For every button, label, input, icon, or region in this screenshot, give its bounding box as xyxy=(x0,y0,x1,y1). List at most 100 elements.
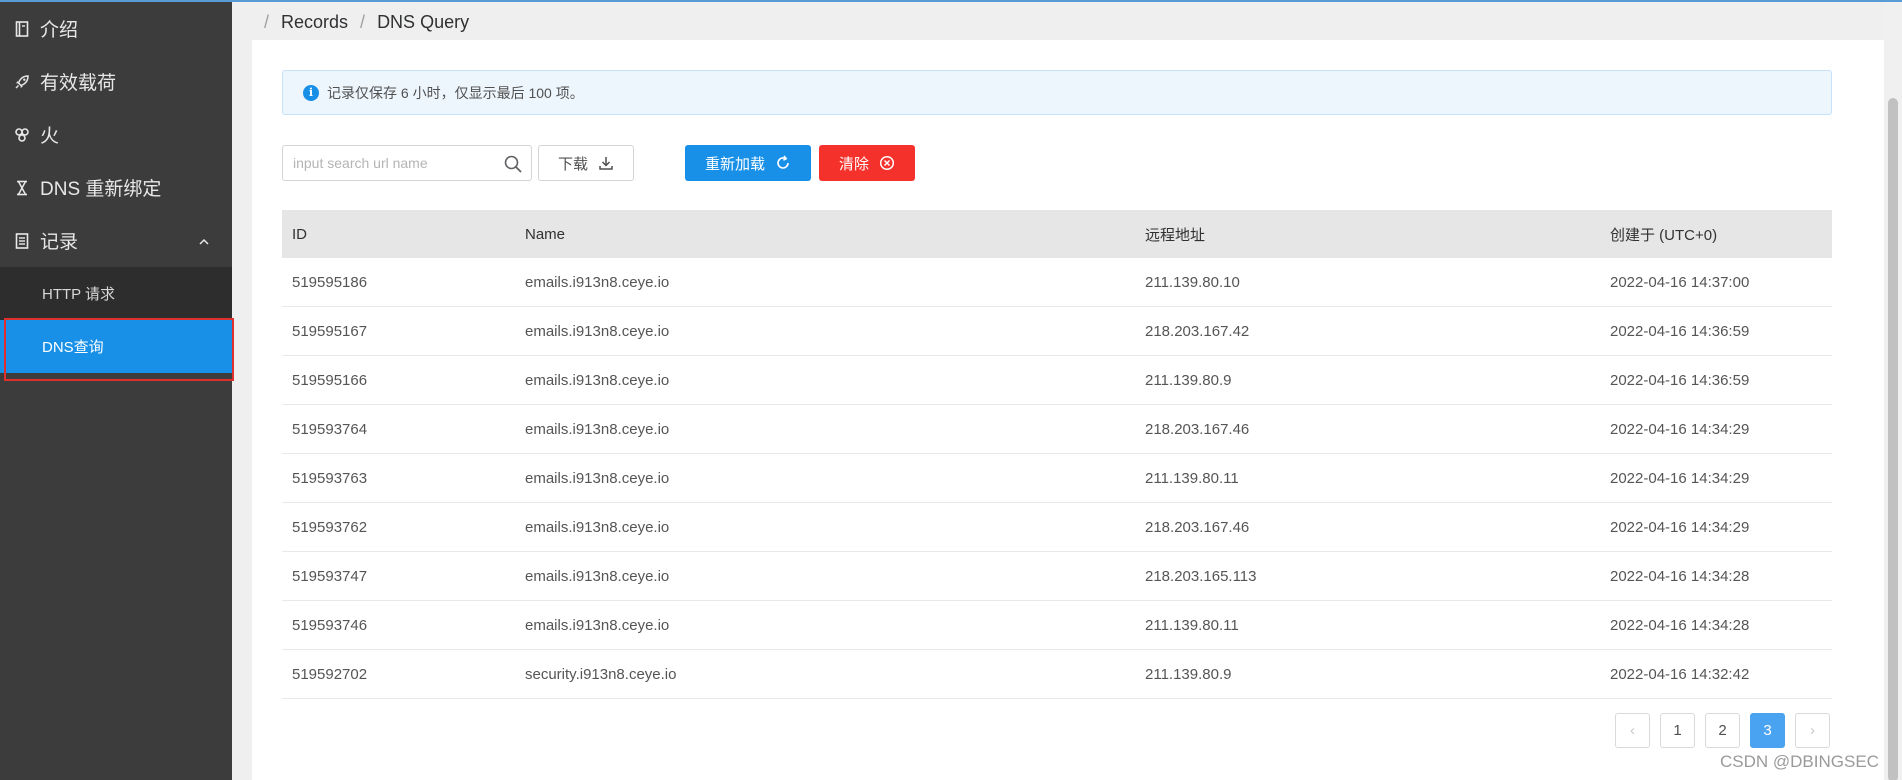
cell-name: emails.i913n8.ceye.io xyxy=(525,371,670,389)
search-icon[interactable] xyxy=(503,154,523,174)
reload-button[interactable]: 重新加载 xyxy=(685,145,811,181)
search-input[interactable] xyxy=(283,146,493,180)
sidebar-item-dns-rebinding[interactable]: DNS 重新绑定 xyxy=(0,161,232,214)
table-row: 519595186 emails.i913n8.ceye.io 211.139.80… xyxy=(282,258,1832,307)
breadcrumb-separator: / xyxy=(264,11,270,32)
cell-id: 519593762 xyxy=(292,518,368,536)
scrollbar-thumb[interactable] xyxy=(1888,98,1898,780)
cell-remote-address: 211.139.80.11 xyxy=(1145,616,1239,634)
page-button-2[interactable]: 2 xyxy=(1705,713,1740,748)
download-button[interactable]: 下载 xyxy=(538,145,634,181)
cell-name: emails.i913n8.ceye.io xyxy=(525,518,670,536)
breadcrumb: / Records / DNS Query xyxy=(252,10,469,34)
pagination: ‹ 1 2 3 › xyxy=(1605,713,1830,748)
close-circle-icon xyxy=(879,155,895,171)
clear-label: 清除 xyxy=(838,155,869,173)
records-table: ID Name 远程地址 创建于 (UTC+0) 519595186 emails… xyxy=(282,210,1832,699)
column-header-name: Name xyxy=(525,225,566,243)
cell-remote-address: 218.203.165.113 xyxy=(1145,567,1257,585)
chevron-up-icon xyxy=(198,232,210,254)
page-button-3[interactable]: 3 xyxy=(1750,713,1785,748)
alert-text: 记录仅保存 6 小时，仅显示最后 100 项。 xyxy=(327,84,584,101)
sidebar-item-label: 有效载荷 xyxy=(40,73,117,94)
cell-id: 519595167 xyxy=(292,322,368,340)
cell-created-at: 2022-04-16 14:32:42 xyxy=(1610,665,1750,683)
table-row: 519595166 emails.i913n8.ceye.io 211.139.80… xyxy=(282,356,1832,405)
sidebar-item-http-request[interactable]: HTTP 请求 xyxy=(0,267,232,320)
table-row: 519593764 emails.i913n8.ceye.io 218.203.16… xyxy=(282,405,1832,454)
table-row: 519593746 emails.i913n8.ceye.io 211.139.80… xyxy=(282,601,1832,650)
page-button-1[interactable]: 1 xyxy=(1660,713,1695,748)
info-icon: i xyxy=(303,84,319,101)
table-header: ID Name 远程地址 创建于 (UTC+0) xyxy=(282,210,1832,258)
table-row: 519593762 emails.i913n8.ceye.io 218.203.16… xyxy=(282,503,1832,552)
sidebar: 介绍 有效载荷 火 DNS 重新绑定 记录 HTTP 请求 DNS查询 xyxy=(0,2,232,780)
reload-label: 重新加载 xyxy=(704,155,765,173)
sidebar-item-dns-query[interactable]: DNS查询 xyxy=(0,320,232,373)
records-submenu: HTTP 请求 DNS查询 xyxy=(0,267,232,373)
cell-name: emails.i913n8.ceye.io xyxy=(525,420,670,438)
cell-remote-address: 211.139.80.11 xyxy=(1145,469,1239,487)
cell-id: 519595166 xyxy=(292,371,368,389)
prev-page-button[interactable]: ‹ xyxy=(1615,713,1650,748)
cell-name: emails.i913n8.ceye.io xyxy=(525,616,670,634)
top-accent-line xyxy=(0,0,1902,2)
cell-remote-address: 218.203.167.46 xyxy=(1145,518,1250,536)
table-row: 519595167 emails.i913n8.ceye.io 218.203.16… xyxy=(282,307,1832,356)
info-alert: i 记录仅保存 6 小时，仅显示最后 100 项。 xyxy=(282,70,1832,115)
download-label: 下载 xyxy=(557,155,588,173)
cell-name: emails.i913n8.ceye.io xyxy=(525,273,670,291)
fan-icon xyxy=(14,127,30,143)
cell-id: 519593747 xyxy=(292,567,368,585)
sidebar-item-label: DNS 重新绑定 xyxy=(40,179,162,200)
column-header-created-at: 创建于 (UTC+0) xyxy=(1610,226,1718,244)
sidebar-item-intro[interactable]: 介绍 xyxy=(0,2,232,55)
cell-created-at: 2022-04-16 14:36:59 xyxy=(1610,322,1750,340)
cell-created-at: 2022-04-16 14:34:29 xyxy=(1610,518,1750,536)
cell-id: 519595186 xyxy=(292,273,368,291)
clear-button[interactable]: 清除 xyxy=(819,145,915,181)
cell-remote-address: 218.203.167.46 xyxy=(1145,420,1250,438)
cell-created-at: 2022-04-16 14:34:28 xyxy=(1610,616,1750,634)
page-scrollbar[interactable] xyxy=(1884,2,1902,780)
main-card: i 记录仅保存 6 小时，仅显示最后 100 项。 下载 重新加载 清除 xyxy=(252,40,1884,780)
cell-created-at: 2022-04-16 14:37:00 xyxy=(1610,273,1750,291)
sidebar-item-label: 火 xyxy=(40,126,60,147)
list-icon xyxy=(14,232,30,249)
toolbar: 下载 重新加载 清除 xyxy=(282,145,915,181)
download-icon xyxy=(598,155,614,171)
sidebar-item-label: 记录 xyxy=(40,232,79,253)
book-icon xyxy=(14,20,30,37)
cell-created-at: 2022-04-16 14:34:29 xyxy=(1610,469,1750,487)
search-box xyxy=(282,145,532,181)
sidebar-item-records[interactable]: 记录 xyxy=(0,214,232,267)
sidebar-item-label: 介绍 xyxy=(40,20,79,41)
cell-remote-address: 211.139.80.10 xyxy=(1145,273,1240,291)
cell-name: emails.i913n8.ceye.io xyxy=(525,322,670,340)
sidebar-item-payload[interactable]: 有效载荷 xyxy=(0,55,232,108)
rocket-icon xyxy=(14,74,30,90)
breadcrumb-item-dns-query: DNS Query xyxy=(377,11,470,32)
column-header-id: ID xyxy=(292,225,307,243)
cell-created-at: 2022-04-16 14:34:28 xyxy=(1610,567,1750,585)
table-row: 519593763 emails.i913n8.ceye.io 211.139.80… xyxy=(282,454,1832,503)
cell-remote-address: 211.139.80.9 xyxy=(1145,665,1232,683)
refresh-icon xyxy=(775,155,791,171)
cell-name: security.i913n8.ceye.io xyxy=(525,665,677,683)
cell-name: emails.i913n8.ceye.io xyxy=(525,469,670,487)
cell-name: emails.i913n8.ceye.io xyxy=(525,567,670,585)
cell-remote-address: 218.203.167.42 xyxy=(1145,322,1250,340)
cell-id: 519592702 xyxy=(292,665,368,683)
sidebar-item-fire[interactable]: 火 xyxy=(0,108,232,161)
breadcrumb-item-records[interactable]: Records xyxy=(281,12,348,33)
cell-created-at: 2022-04-16 14:34:29 xyxy=(1610,420,1750,438)
cell-id: 519593746 xyxy=(292,616,368,634)
cell-id: 519593763 xyxy=(292,469,368,487)
table-row: 519592702 security.i913n8.ceye.io 211.139.… xyxy=(282,650,1832,699)
cell-created-at: 2022-04-16 14:36:59 xyxy=(1610,371,1750,389)
column-header-remote-address: 远程地址 xyxy=(1145,226,1206,244)
hourglass-icon xyxy=(14,180,30,196)
breadcrumb-separator: / xyxy=(360,11,366,32)
next-page-button[interactable]: › xyxy=(1795,713,1830,748)
table-row: 519593747 emails.i913n8.ceye.io 218.203.16… xyxy=(282,552,1832,601)
